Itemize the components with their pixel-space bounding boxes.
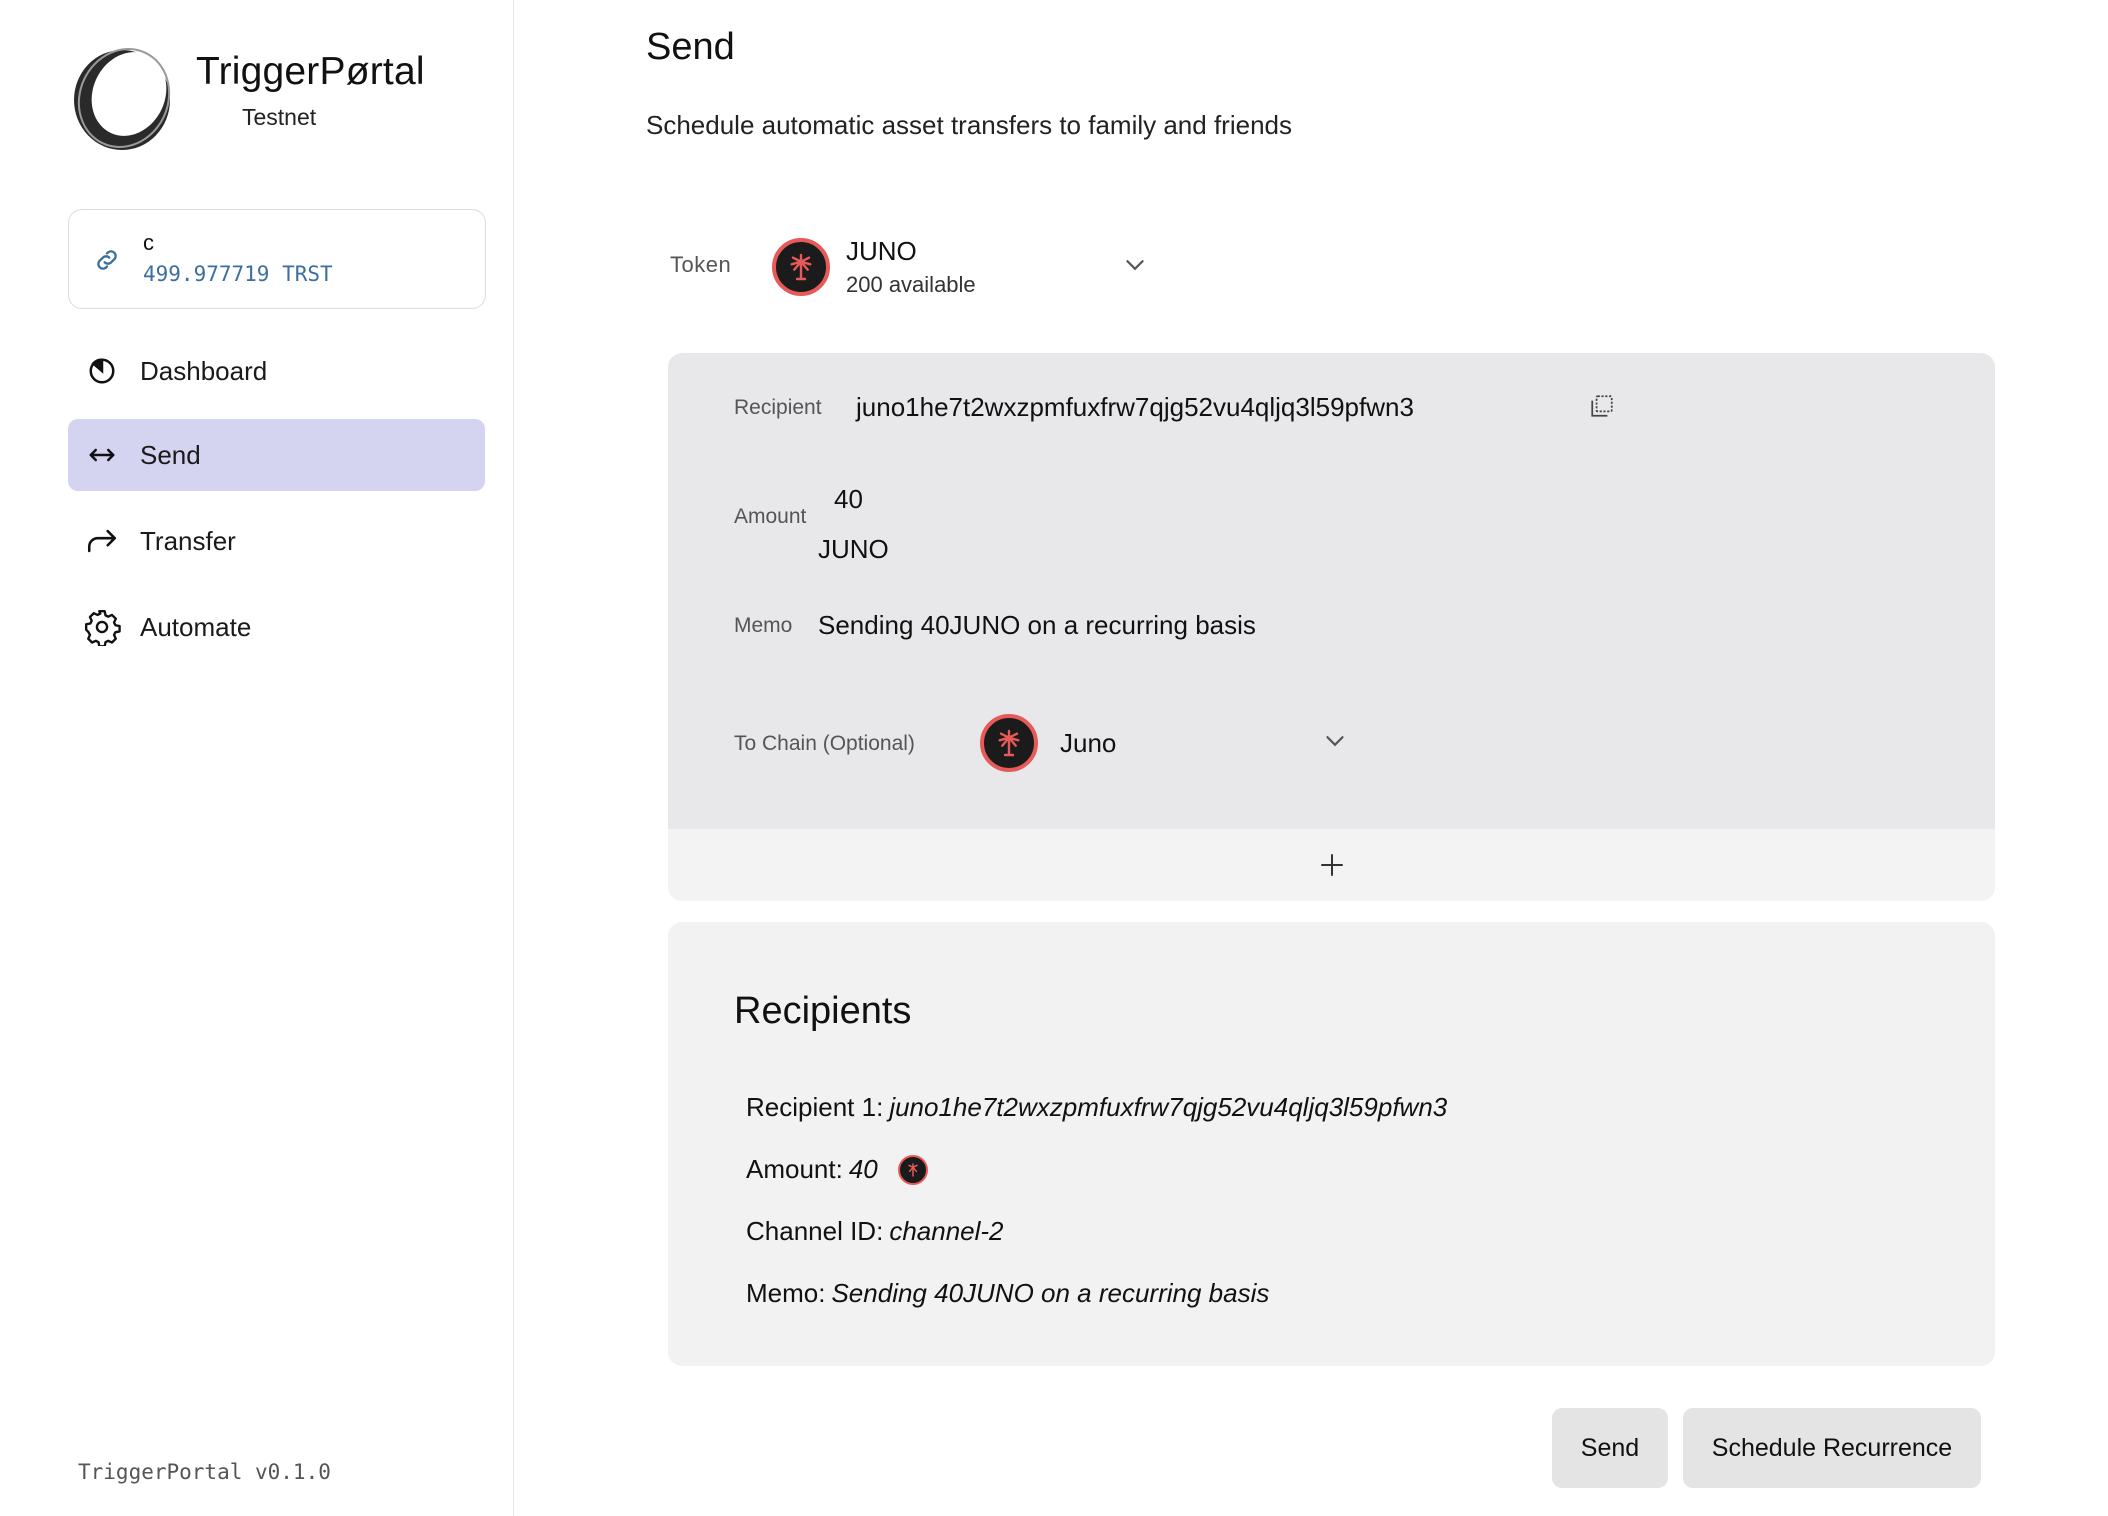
token-selector[interactable]: Token JUNO 200 available bbox=[670, 232, 1150, 302]
summary-amount: Amount: 40 bbox=[746, 1154, 928, 1185]
brand[interactable]: TriggerPørtal Testnet bbox=[66, 42, 486, 154]
brand-name: TriggerPørtal bbox=[196, 50, 425, 93]
portal-logo-icon bbox=[74, 48, 171, 150]
summary-memo-key: Memo: bbox=[746, 1278, 826, 1308]
sidebar: TriggerPørtal Testnet c 499.977719 TRST … bbox=[0, 0, 514, 1516]
chain-select[interactable]: Juno bbox=[1060, 728, 1116, 759]
chain-label: To Chain (Optional) bbox=[734, 732, 915, 755]
summary-recipient: Recipient 1: juno1he7t2wxzpmfuxfrw7qjg52… bbox=[746, 1092, 1447, 1123]
summary-memo: Memo: Sending 40JUNO on a recurring basi… bbox=[746, 1278, 1269, 1309]
token-label: Token bbox=[670, 252, 732, 277]
summary-channel-key: Channel ID: bbox=[746, 1216, 884, 1246]
amount-denom: JUNO bbox=[818, 534, 889, 564]
add-recipient-button[interactable] bbox=[668, 829, 1995, 901]
juno-token-icon bbox=[897, 1154, 928, 1185]
wallet-name: c bbox=[143, 230, 154, 255]
juno-token-icon bbox=[772, 238, 830, 296]
nav-label: Transfer bbox=[140, 525, 236, 556]
summary-channel: Channel ID: channel-2 bbox=[746, 1216, 1004, 1247]
gear-icon bbox=[82, 607, 122, 647]
plus-icon bbox=[1320, 854, 1343, 876]
memo-input[interactable]: Sending 40JUNO on a recurring basis bbox=[818, 610, 1256, 641]
chevron-down-icon[interactable] bbox=[1120, 250, 1150, 280]
nav-item-automate[interactable]: Automate bbox=[68, 591, 485, 663]
summary-channel-value: channel-2 bbox=[889, 1216, 1004, 1246]
summary-recipient-value: juno1he7t2wxzpmfuxfrw7qjg52vu4qljq3l59pf… bbox=[889, 1092, 1448, 1122]
schedule-recurrence-button[interactable]: Schedule Recurrence bbox=[1683, 1408, 1981, 1488]
amount-input[interactable]: 40 bbox=[834, 484, 863, 515]
nav-label: Dashboard bbox=[140, 355, 268, 386]
wallet-balance: 499.977719 TRST bbox=[143, 262, 333, 286]
nav-item-dashboard[interactable]: Dashboard bbox=[68, 335, 485, 407]
summary-recipient-key: Recipient 1: bbox=[746, 1092, 884, 1122]
wallet-card[interactable]: c 499.977719 TRST bbox=[68, 209, 486, 309]
dashboard-icon bbox=[82, 351, 122, 391]
nav-label: Automate bbox=[140, 611, 252, 642]
summary-amount-value: 40 bbox=[848, 1154, 878, 1184]
token-name: JUNO bbox=[846, 236, 917, 266]
chevron-down-icon[interactable] bbox=[1320, 726, 1350, 756]
recipient-label: Recipient bbox=[734, 396, 822, 419]
recipients-title: Recipients bbox=[734, 990, 912, 1032]
app-version: TriggerPortal v0.1.0 bbox=[78, 1460, 331, 1484]
recipient-input[interactable]: juno1he7t2wxzpmfuxfrw7qjg52vu4qljq3l59pf… bbox=[856, 392, 1414, 423]
page-subtitle: Schedule automatic asset transfers to fa… bbox=[646, 110, 1292, 140]
send-button[interactable]: Send bbox=[1552, 1408, 1668, 1488]
memo-label: Memo bbox=[734, 614, 793, 637]
nav-label: Send bbox=[140, 439, 201, 470]
nav-item-transfer[interactable]: Transfer bbox=[68, 505, 485, 577]
recipient-form-card bbox=[668, 353, 1995, 829]
token-available: 200 available bbox=[846, 272, 976, 297]
page-title: Send bbox=[646, 26, 735, 68]
network-label: Testnet bbox=[242, 104, 317, 130]
transfer-arrow-icon bbox=[82, 521, 122, 561]
send-arrows-icon bbox=[82, 435, 122, 475]
juno-chain-icon bbox=[980, 714, 1038, 772]
summary-memo-value: Sending 40JUNO on a recurring basis bbox=[831, 1278, 1270, 1308]
amount-label: Amount bbox=[734, 505, 807, 528]
nav-item-send[interactable]: Send bbox=[68, 419, 485, 491]
copy-icon[interactable] bbox=[1589, 393, 1615, 419]
link-icon bbox=[97, 250, 117, 270]
summary-amount-key: Amount: bbox=[746, 1154, 843, 1184]
